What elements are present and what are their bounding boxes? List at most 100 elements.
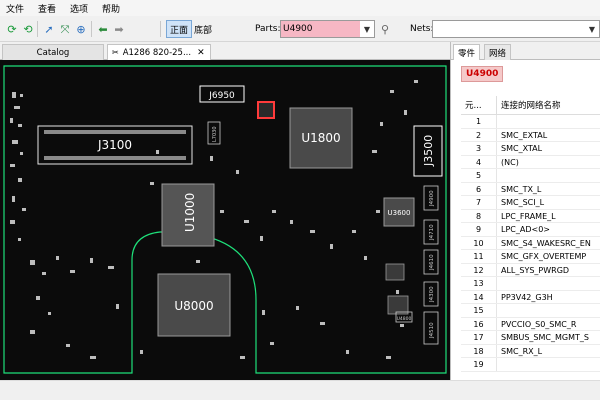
pin-number: 19 bbox=[461, 358, 497, 371]
label-j4510: J4510 bbox=[429, 322, 435, 339]
table-row[interactable]: 10 SMC_S4_WAKESRC_EN bbox=[461, 236, 600, 250]
net-name: SMC_RX_L bbox=[501, 346, 543, 356]
toolbar: ⟳ ⟲ ➚ ⤧ ⊕ ⬅ ➡ 正面 底部 Parts: U4900 ▼ ⚲ Net… bbox=[0, 16, 600, 42]
net-name bbox=[497, 304, 600, 317]
pin-number: 7 bbox=[461, 196, 497, 209]
chevron-down-icon[interactable]: ▼ bbox=[585, 25, 599, 34]
table-body: 1 2 SMC_EXTAL 3 SMC_XTAL 4 (NC) 5 6 SMC_TX_L 7 SMC_… bbox=[461, 115, 600, 372]
table-row[interactable]: 6 SMC_TX_L bbox=[461, 182, 600, 196]
forward-icon[interactable]: ➡ bbox=[112, 22, 126, 36]
table-row[interactable]: 13 bbox=[461, 277, 600, 291]
table-row[interactable]: 19 bbox=[461, 358, 600, 372]
tab-nets[interactable]: 网络 bbox=[484, 44, 512, 60]
nets-value[interactable] bbox=[433, 21, 585, 37]
document-tabs: Catalog ✂ A1286 820-25... ✕ bbox=[0, 42, 450, 60]
zoom-fit-icon[interactable]: ⤧ bbox=[58, 22, 72, 36]
pin-number: 11 bbox=[461, 250, 497, 263]
tab-board[interactable]: ✂ A1286 820-25... ✕ bbox=[107, 44, 211, 60]
table-row[interactable]: 8 LPC_FRAME_L bbox=[461, 209, 600, 223]
j3100-pins bbox=[44, 130, 186, 134]
table-row[interactable]: 5 bbox=[461, 169, 600, 183]
pin-net-table: 元... 连接的网络名称 1 2 SMC_EXTAL 3 SMC_XTAL 4 (NC) 5 6… bbox=[461, 96, 600, 372]
net-name: SMBUS_SMC_MGMT_S bbox=[501, 333, 589, 342]
parts-label: Parts: bbox=[255, 24, 281, 34]
label-u1800: U1800 bbox=[301, 131, 340, 145]
label-j3500: J3500 bbox=[422, 135, 435, 167]
column-header-pin[interactable]: 元... bbox=[461, 96, 497, 114]
pin-number: 17 bbox=[461, 331, 497, 344]
pin-icon[interactable]: ⚲ bbox=[378, 22, 392, 36]
table-row[interactable]: 7 SMC_SCI_L bbox=[461, 196, 600, 210]
board-view[interactable]: J3100 J6950 L7030 U1800 J3500 U1000 U360… bbox=[0, 60, 450, 380]
net-name: SMC_XTAL bbox=[501, 144, 543, 153]
table-row[interactable]: 4 (NC) bbox=[461, 155, 600, 169]
pin-number: 16 bbox=[461, 317, 497, 330]
close-icon[interactable]: ✕ bbox=[197, 48, 205, 58]
nets-combobox[interactable]: ▼ bbox=[432, 20, 600, 38]
net-name: SMC_S4_WAKESRC_EN bbox=[501, 238, 591, 248]
pin-number: 15 bbox=[461, 304, 497, 317]
j3100-pins bbox=[44, 156, 186, 160]
table-row[interactable]: 17 SMBUS_SMC_MGMT_S bbox=[461, 331, 600, 345]
label-u8000: U8000 bbox=[174, 299, 213, 313]
parts-combobox[interactable]: U4900 ▼ bbox=[280, 20, 375, 38]
net-name: ALL_SYS_PWRGD bbox=[501, 265, 570, 275]
pin-icon[interactable]: ✂ bbox=[112, 48, 119, 57]
column-header-net[interactable]: 连接的网络名称 bbox=[497, 96, 600, 114]
menu-bar: 文件 查看 选项 帮助 bbox=[0, 0, 600, 16]
table-row[interactable]: 18 SMC_RX_L bbox=[461, 344, 600, 358]
net-name bbox=[497, 115, 600, 128]
menu-view[interactable]: 查看 bbox=[38, 2, 56, 15]
small-chip bbox=[385, 263, 405, 281]
net-name bbox=[497, 277, 600, 290]
table-row[interactable]: 14 PP3V42_G3H bbox=[461, 290, 600, 304]
toolbar-separator bbox=[37, 21, 38, 37]
table-row[interactable]: 2 SMC_EXTAL bbox=[461, 128, 600, 142]
label-u1000: U1000 bbox=[183, 193, 197, 232]
tab-catalog[interactable]: Catalog bbox=[2, 44, 104, 60]
pin-number: 14 bbox=[461, 290, 497, 303]
table-row[interactable]: 15 bbox=[461, 304, 600, 318]
table-row[interactable]: 9 LPC_AD<0> bbox=[461, 223, 600, 237]
tab-parts-label: 零件 bbox=[458, 48, 476, 59]
table-row[interactable]: 11 SMC_GFX_OVERTEMP bbox=[461, 250, 600, 264]
parts-value[interactable]: U4900 bbox=[281, 21, 360, 37]
menu-options[interactable]: 选项 bbox=[70, 2, 88, 15]
table-row[interactable]: 16 PVCCIO_S0_SMC_R bbox=[461, 317, 600, 331]
menu-help[interactable]: 帮助 bbox=[102, 2, 120, 15]
pin-number: 12 bbox=[461, 263, 497, 276]
board-canvas[interactable]: J3100 J6950 L7030 U1800 J3500 U1000 U360… bbox=[0, 60, 450, 380]
table-row[interactable]: 12 ALL_SYS_PWRGD bbox=[461, 263, 600, 277]
label-j4610: J4610 bbox=[429, 254, 435, 271]
toolbar-separator bbox=[160, 21, 161, 37]
net-name bbox=[497, 358, 600, 371]
cursor-icon[interactable]: ➚ bbox=[42, 22, 56, 36]
chevron-down-icon[interactable]: ▼ bbox=[360, 25, 374, 34]
toolbar-separator bbox=[91, 21, 92, 37]
view-top-button[interactable]: 正面 bbox=[166, 20, 193, 38]
refresh-icon[interactable]: ⟳ bbox=[5, 22, 19, 36]
net-name: SMC_GFX_OVERTEMP bbox=[501, 252, 587, 261]
table-header: 元... 连接的网络名称 bbox=[461, 96, 600, 115]
status-bar bbox=[0, 380, 600, 400]
net-name: SMC_SCI_L bbox=[501, 198, 545, 207]
tab-board-label: A1286 820-25... bbox=[122, 47, 192, 58]
back-icon[interactable]: ⬅ bbox=[96, 22, 110, 36]
pin-number: 5 bbox=[461, 169, 497, 182]
net-name: LPC_AD<0> bbox=[501, 225, 550, 234]
tab-catalog-label: Catalog bbox=[36, 47, 70, 58]
zoom-in-icon[interactable]: ⊕ bbox=[74, 22, 88, 36]
label-j3100: J3100 bbox=[97, 138, 132, 152]
label-l7030: L7030 bbox=[212, 126, 218, 142]
refresh-alt-icon[interactable]: ⟲ bbox=[21, 22, 35, 36]
net-name: SMC_TX_L bbox=[501, 184, 542, 194]
table-row[interactable]: 1 bbox=[461, 115, 600, 129]
view-bottom-button[interactable]: 底部 bbox=[190, 20, 216, 38]
pin-number: 10 bbox=[461, 236, 497, 249]
table-row[interactable]: 3 SMC_XTAL bbox=[461, 142, 600, 156]
part-info-panel: 零件 网络 U4900 元... 连接的网络名称 1 2 SMC_EXTAL 3 SMC… bbox=[450, 42, 600, 380]
tab-parts[interactable]: 零件 bbox=[453, 44, 481, 60]
selected-part-u4900[interactable] bbox=[257, 101, 275, 119]
net-name: SMC_EXTAL bbox=[501, 130, 548, 140]
menu-file[interactable]: 文件 bbox=[6, 2, 24, 15]
